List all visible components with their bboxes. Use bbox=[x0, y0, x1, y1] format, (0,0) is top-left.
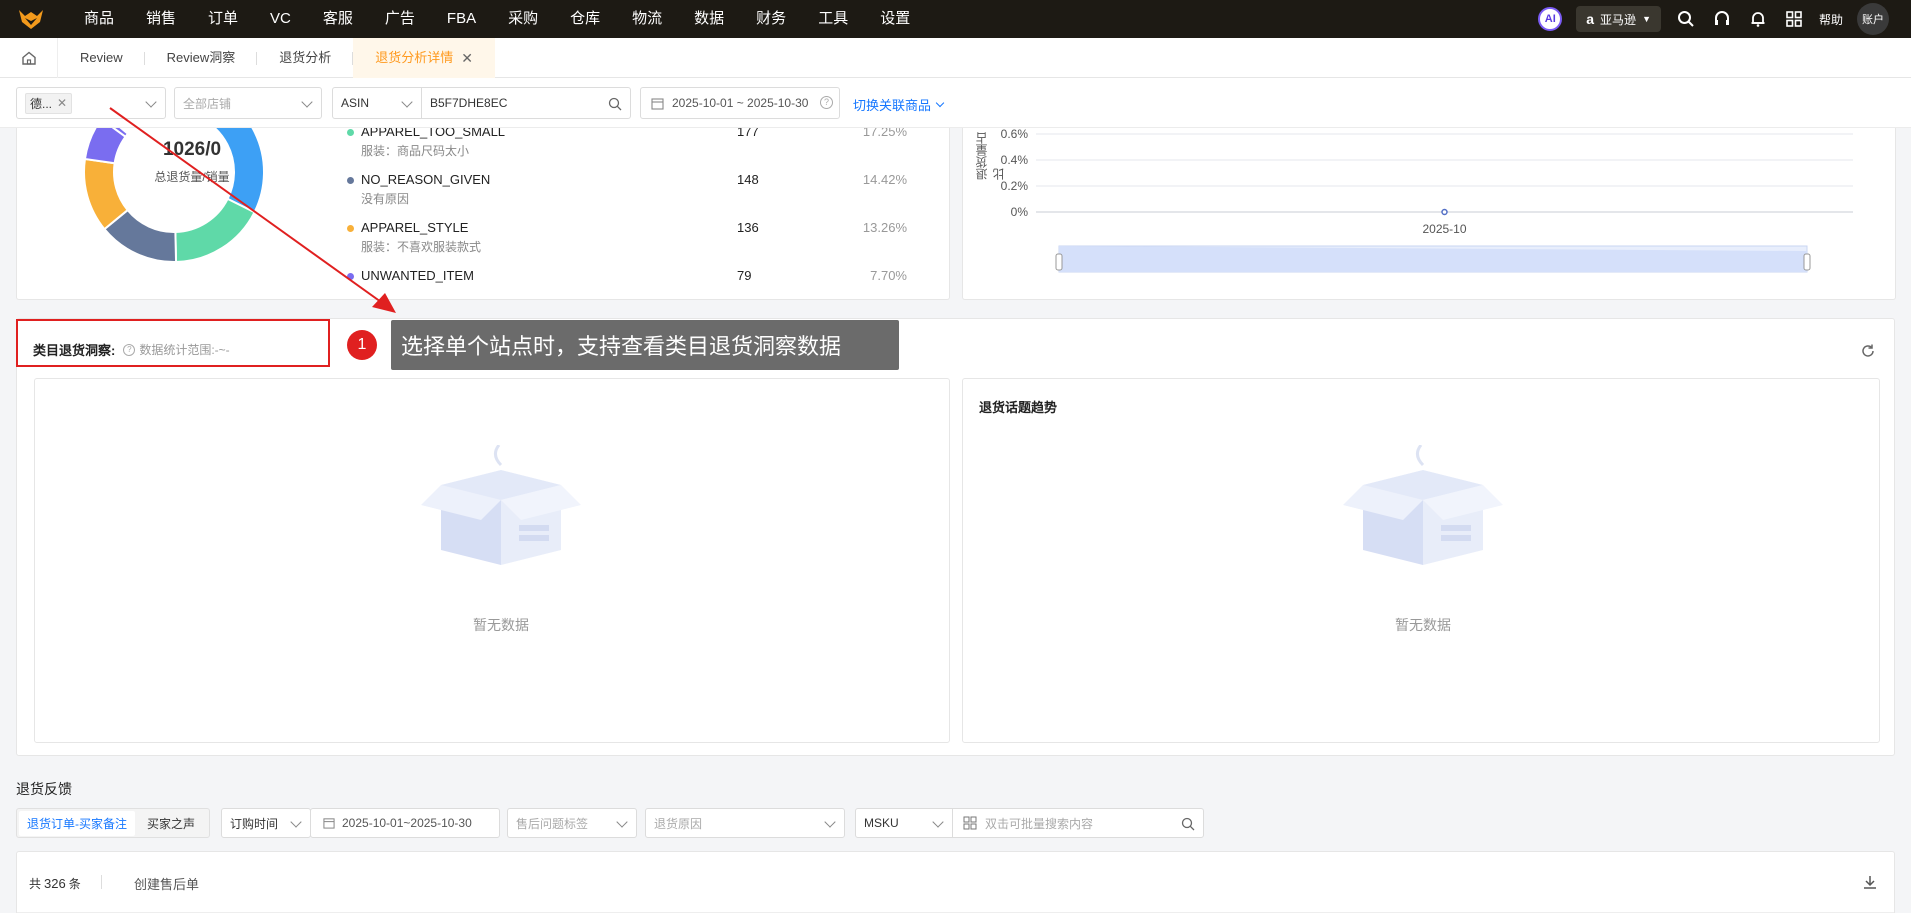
toggle-buyer-notes[interactable]: 退货订单-买家备注 bbox=[19, 810, 135, 836]
step-badge: 1 bbox=[347, 330, 377, 360]
return-feedback-section: 退货反馈 退货订单-买家备注 买家之声 订购时间 2025-10-01~2025… bbox=[0, 768, 1911, 913]
total-count: 共 326 条 bbox=[29, 875, 81, 892]
batch-search-input[interactable]: 双击可批量搜索内容 bbox=[952, 808, 1204, 838]
chevron-down-icon bbox=[616, 816, 628, 828]
chevron-down-icon bbox=[824, 816, 836, 828]
return-reason-select[interactable]: 退货原因 bbox=[645, 808, 845, 838]
total-number: 326 bbox=[44, 876, 66, 891]
feedback-toggle: 退货订单-买家备注 买家之声 bbox=[16, 808, 211, 838]
sku-type-select[interactable]: MSKU bbox=[855, 808, 953, 838]
return-reason-placeholder: 退货原因 bbox=[654, 816, 703, 831]
feedback-date-value: 2025-10-01~2025-10-30 bbox=[342, 816, 472, 830]
issue-tag-select[interactable]: 售后问题标签 bbox=[507, 808, 637, 838]
step-number: 1 bbox=[357, 336, 367, 353]
feedback-date-range[interactable]: 2025-10-01~2025-10-30 bbox=[310, 808, 500, 838]
highlight-box bbox=[16, 319, 330, 367]
callout-text: 选择单个站点时，支持查看类目退货洞察数据 bbox=[401, 334, 842, 359]
chevron-down-icon bbox=[932, 816, 944, 828]
sku-type-label: MSKU bbox=[864, 816, 899, 830]
total-prefix: 共 bbox=[29, 877, 42, 891]
chevron-down-icon bbox=[290, 816, 302, 828]
batch-search-placeholder: 双击可批量搜索内容 bbox=[985, 816, 1094, 831]
issue-tag-placeholder: 售后问题标签 bbox=[516, 816, 589, 831]
search-icon[interactable] bbox=[1181, 817, 1195, 831]
grid-icon[interactable] bbox=[963, 816, 977, 830]
download-icon[interactable] bbox=[1862, 874, 1878, 890]
calendar-icon bbox=[323, 818, 335, 829]
create-after-sale-button[interactable]: 创建售后单 bbox=[134, 874, 199, 893]
feedback-title: 退货反馈 bbox=[16, 781, 72, 797]
total-suffix: 条 bbox=[68, 877, 81, 891]
toggle-voice-of-buyer[interactable]: 买家之声 bbox=[135, 811, 207, 836]
feedback-table: 共 326 条 创建售后单 bbox=[16, 851, 1895, 913]
annotation-callout: 选择单个站点时，支持查看类目退货洞察数据 bbox=[391, 320, 899, 370]
time-type-select[interactable]: 订购时间 bbox=[221, 808, 311, 838]
time-type-label: 订购时间 bbox=[230, 816, 279, 831]
divider bbox=[101, 875, 102, 889]
